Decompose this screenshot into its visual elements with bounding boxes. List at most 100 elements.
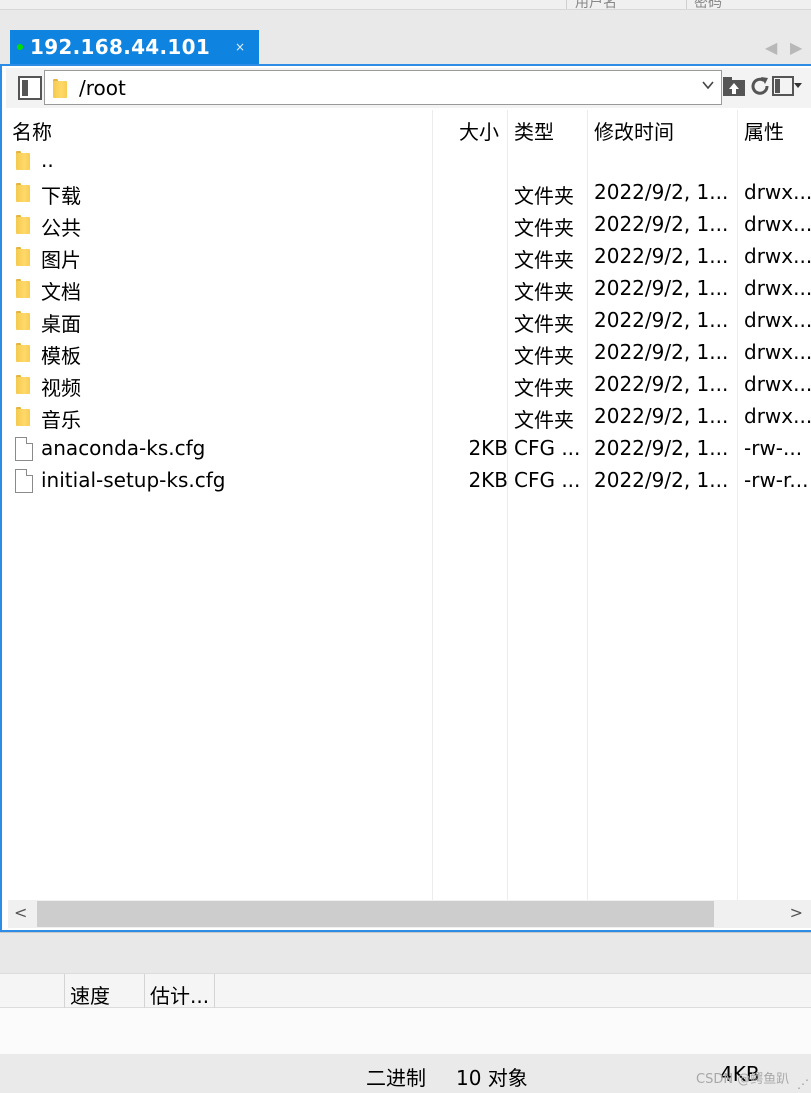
file-attributes: drwx...: [744, 276, 811, 300]
file-attributes: drwx...: [744, 308, 811, 332]
file-name: 图片: [41, 248, 81, 272]
path-input[interactable]: /root: [44, 70, 722, 105]
tab-bar: 192.168.44.101 × ◀ ▶: [0, 10, 811, 64]
folder-icon: [16, 214, 30, 234]
file-size: 2KB: [468, 468, 508, 492]
file-type: 文件夹: [514, 344, 574, 368]
file-type: 文件夹: [514, 216, 574, 240]
list-item[interactable]: 桌面 文件夹 2022/9/2, 1... drwx...: [8, 306, 811, 338]
file-modified: 2022/9/2, 1...: [594, 212, 729, 236]
transfer-queue-list[interactable]: [0, 1008, 811, 1054]
path-toolbar: /root: [6, 68, 811, 108]
file-modified: 2022/9/2, 1...: [594, 436, 729, 460]
tab-next-icon[interactable]: ▶: [790, 38, 802, 57]
column-header-name[interactable]: 名称: [12, 116, 52, 145]
column-password: 密码: [694, 0, 722, 10]
watermark: CSDN @鳄鱼趴: [696, 1072, 790, 1087]
file-icon: [15, 469, 33, 493]
file-modified: 2022/9/2, 1...: [594, 308, 729, 332]
file-attributes: drwx...: [744, 404, 811, 428]
file-modified: 2022/9/2, 1...: [594, 372, 729, 396]
list-item[interactable]: 图片 文件夹 2022/9/2, 1... drwx...: [8, 242, 811, 274]
transfer-mode[interactable]: 二进制: [366, 1062, 426, 1091]
file-name: 下载: [41, 184, 81, 208]
horizontal-scrollbar[interactable]: < >: [8, 900, 811, 928]
file-name: ..: [41, 148, 54, 172]
file-icon: [15, 437, 33, 461]
column-header-estimate[interactable]: 估计...: [150, 980, 209, 1009]
file-modified: 2022/9/2, 1...: [594, 276, 729, 300]
file-attributes: -rw-...: [744, 436, 803, 460]
file-name: 文档: [41, 280, 81, 304]
tab-prev-icon[interactable]: ◀: [765, 38, 777, 57]
file-attributes: drwx...: [744, 212, 811, 236]
file-size: 2KB: [468, 436, 508, 460]
file-attributes: drwx...: [744, 372, 811, 396]
list-item[interactable]: 视频 文件夹 2022/9/2, 1... drwx...: [8, 370, 811, 402]
scroll-left-icon[interactable]: <: [14, 903, 27, 922]
folder-icon: [16, 182, 30, 202]
list-item[interactable]: 模板 文件夹 2022/9/2, 1... drwx...: [8, 338, 811, 370]
list-item[interactable]: 音乐 文件夹 2022/9/2, 1... drwx...: [8, 402, 811, 434]
status-bar: 二进制 10 对象 4KB: [0, 1054, 811, 1093]
file-type: 文件夹: [514, 248, 574, 272]
object-count: 10 对象: [456, 1066, 528, 1090]
close-tab-icon[interactable]: ×: [235, 40, 245, 54]
session-tab[interactable]: 192.168.44.101 ×: [10, 30, 259, 64]
sort-ascending-icon: ^: [214, 110, 228, 121]
column-header-type[interactable]: 类型: [514, 116, 554, 145]
file-type: 文件夹: [514, 408, 574, 432]
file-attributes: drwx...: [744, 180, 811, 204]
file-name: 桌面: [41, 312, 81, 336]
column-header-size[interactable]: 大小: [459, 116, 499, 145]
file-type: 文件夹: [514, 376, 574, 400]
online-status-icon: [17, 44, 23, 50]
list-item[interactable]: ..: [8, 146, 811, 178]
file-modified: 2022/9/2, 1...: [594, 404, 729, 428]
refresh-icon[interactable]: [749, 74, 771, 102]
file-attributes: -rw-r...: [744, 468, 809, 492]
file-type: 文件夹: [514, 184, 574, 208]
file-name: 视频: [41, 376, 81, 400]
file-type: 文件夹: [514, 312, 574, 336]
list-item[interactable]: 文档 文件夹 2022/9/2, 1... drwx...: [8, 274, 811, 306]
list-item[interactable]: anaconda-ks.cfg 2KB CFG ... 2022/9/2, 1.…: [8, 434, 811, 466]
file-type: CFG ...: [514, 436, 581, 460]
file-name: initial-setup-ks.cfg: [41, 468, 226, 492]
top-header-strip: 用户名 密码: [0, 0, 811, 10]
upload-folder-icon[interactable]: [722, 74, 748, 102]
sftp-window: 用户名 密码 192.168.44.101 × ◀ ▶ /root ^ 名称 大…: [0, 0, 811, 1093]
file-name: 音乐: [41, 408, 81, 432]
file-modified: 2022/9/2, 1...: [594, 340, 729, 364]
file-name: anaconda-ks.cfg: [41, 436, 206, 460]
folder-icon: [16, 246, 30, 266]
folder-icon: [16, 406, 30, 426]
column-header-speed[interactable]: 速度: [70, 980, 110, 1009]
folder-icon: [53, 78, 67, 98]
scrollbar-thumb[interactable]: [37, 901, 714, 927]
resize-grip-icon[interactable]: ⋰: [797, 1077, 809, 1091]
folder-icon: [16, 150, 30, 170]
file-name: 公共: [41, 216, 81, 240]
view-options-icon[interactable]: [772, 74, 802, 102]
file-list[interactable]: ^ 名称 大小 类型 修改时间 属性 .. 下载 文件夹 2022/9/2, 1…: [8, 110, 811, 900]
session-tab-title: 192.168.44.101: [30, 35, 211, 59]
column-header-attributes[interactable]: 属性: [744, 116, 784, 145]
file-type: 文件夹: [514, 280, 574, 304]
folder-icon: [16, 342, 30, 362]
toggle-panel-icon[interactable]: [18, 76, 42, 100]
column-header-modified[interactable]: 修改时间: [594, 116, 674, 145]
chevron-down-icon[interactable]: [701, 77, 715, 96]
folder-icon: [16, 310, 30, 330]
file-modified: 2022/9/2, 1...: [594, 180, 729, 204]
list-item[interactable]: initial-setup-ks.cfg 2KB CFG ... 2022/9/…: [8, 466, 811, 498]
list-item[interactable]: 公共 文件夹 2022/9/2, 1... drwx...: [8, 210, 811, 242]
list-item[interactable]: 下载 文件夹 2022/9/2, 1... drwx...: [8, 178, 811, 210]
scroll-right-icon[interactable]: >: [790, 903, 803, 922]
file-modified: 2022/9/2, 1...: [594, 468, 729, 492]
file-name: 模板: [41, 344, 81, 368]
column-username: 用户名: [575, 0, 617, 10]
file-modified: 2022/9/2, 1...: [594, 244, 729, 268]
file-attributes: drwx...: [744, 340, 811, 364]
folder-icon: [16, 374, 30, 394]
